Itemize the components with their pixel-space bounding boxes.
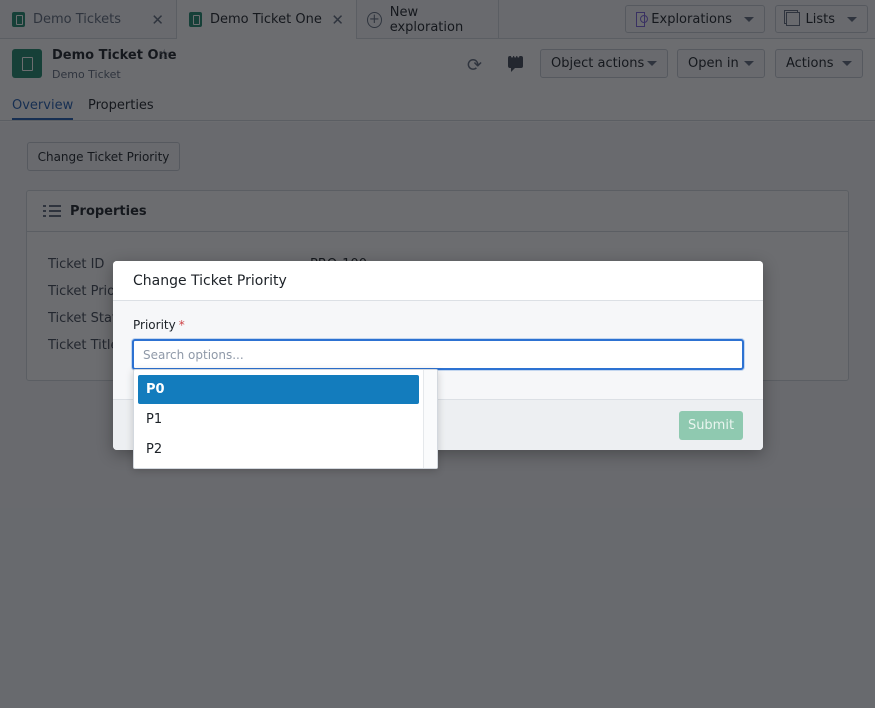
priority-options-menu: P0 P1 P2 — [133, 369, 438, 469]
submit-button[interactable]: Submit — [679, 411, 743, 440]
menu-scrollbar[interactable] — [423, 370, 437, 468]
required-marker: * — [178, 318, 185, 332]
dialog-title: Change Ticket Priority — [113, 261, 763, 301]
priority-label-text: Priority — [133, 318, 176, 332]
option-p1[interactable]: P1 — [138, 405, 419, 434]
priority-label: Priority * — [133, 318, 185, 332]
option-p0[interactable]: P0 — [138, 375, 419, 404]
option-p2[interactable]: P2 — [138, 435, 419, 464]
priority-search-input[interactable] — [132, 339, 744, 370]
